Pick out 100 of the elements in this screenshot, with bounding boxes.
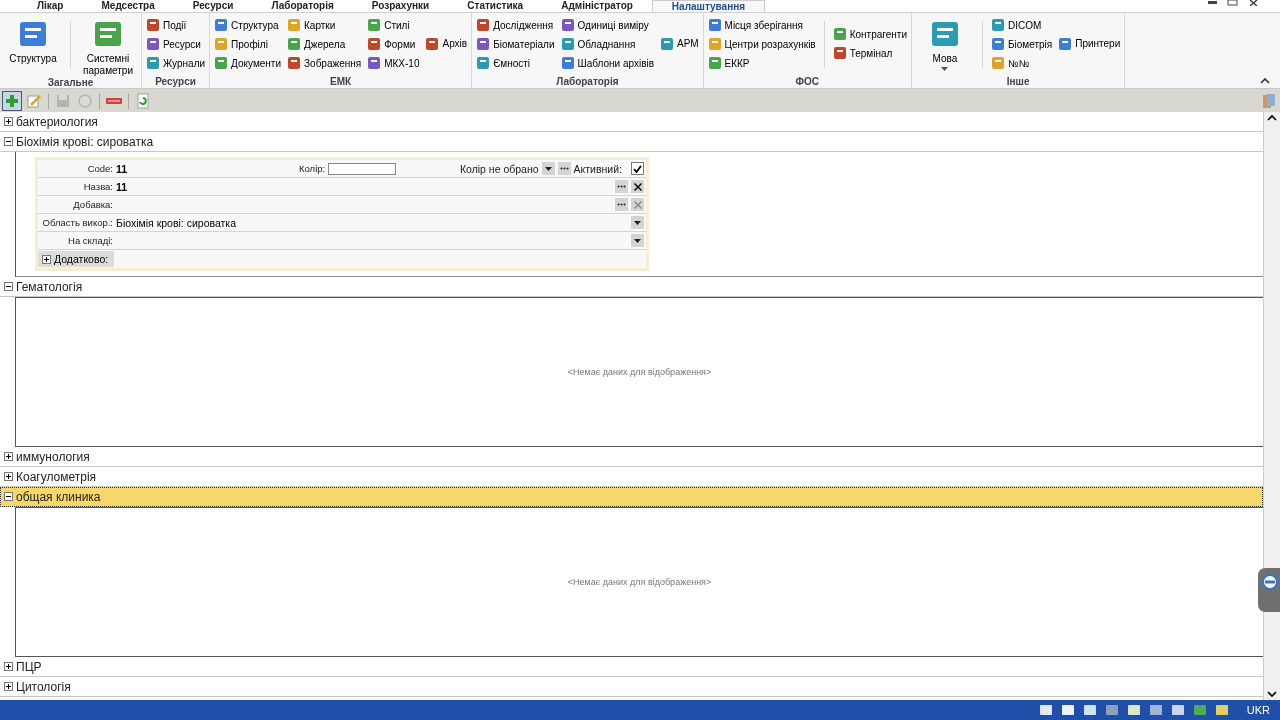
app-icon [991,56,1005,70]
ribbon-button[interactable]: DICOM [991,17,1053,33]
ribbon-button[interactable]: АРМ [660,35,699,52]
active-checkbox[interactable] [631,162,644,175]
app-icon [707,56,722,70]
tray-icon[interactable] [1038,703,1053,717]
ribbon-group-label: Ресурси [154,76,197,88]
ribbon-button[interactable]: Структура [214,17,282,33]
app-icon [287,18,302,32]
ribbon-button[interactable]: Ємності [476,55,555,71]
collapse-icon[interactable] [4,282,13,291]
app-icon [832,46,847,60]
field-label: Область викор.: [41,217,113,228]
ribbon-button[interactable]: Зображення [287,55,362,71]
app-icon [476,56,491,70]
field-label: Code: [86,163,113,174]
dropdown-button[interactable] [631,216,644,229]
ribbon-button[interactable]: Біометрія [991,36,1053,52]
menu-tab[interactable]: Налаштування [651,0,766,12]
app-icon [146,37,160,51]
app-icon [560,18,575,32]
ribbon-button[interactable]: Ресурси [146,36,206,52]
field-value[interactable]: 11 [116,162,296,175]
app-icon [287,56,302,70]
expand-icon[interactable] [4,682,13,691]
menu-tab[interactable]: Статистика [448,0,543,12]
expand-icon[interactable] [4,452,13,461]
ribbon-button[interactable]: Журнали [146,55,206,71]
tray-icon[interactable] [1170,703,1185,717]
tray-icon[interactable] [1082,703,1097,717]
dropdown-button[interactable] [541,162,555,175]
close-icon [633,182,642,191]
field-label: Добавка: [72,199,113,210]
field-value[interactable]: 11 [116,180,612,193]
language-indicator[interactable]: UKR [1246,704,1270,716]
app-icon [425,36,440,51]
menu-tab[interactable]: Ресурси [173,0,253,12]
tray-icon[interactable] [1214,703,1229,717]
ribbon-button[interactable]: Контрагенти [832,26,907,42]
collapse-ribbon-icon[interactable] [1260,78,1270,84]
expand-icon[interactable] [4,472,13,481]
ribbon-button[interactable]: Архів [425,35,468,52]
ribbon-button[interactable]: Мова [916,17,974,76]
ribbon-button[interactable]: Центри розрахунків [707,36,816,52]
section-header[interactable]: Додатково: [38,251,115,267]
menu-tab[interactable]: Лікар [18,0,83,12]
empty-message: <Немає даних для відображення> [567,577,712,587]
app-icon [214,18,229,32]
scrollbar[interactable] [1263,112,1280,700]
side-tab-icon[interactable] [1258,568,1280,612]
ribbon-button[interactable]: МКХ-10 [367,55,420,71]
ribbon-button[interactable]: Джерела [287,36,362,52]
ribbon-group-label: ЕМК [329,76,353,88]
app-icon [367,18,382,32]
tray-icon[interactable] [1060,703,1075,717]
color-value: Колір не обрано [459,162,539,175]
ribbon-button[interactable]: Обладнання [560,36,654,52]
ribbon-button[interactable]: №№ [991,55,1053,71]
color-field[interactable] [328,162,397,175]
menu-tab[interactable]: Розрахунки [352,0,449,12]
field-value[interactable]: Біохімія крові: сироватка [116,216,628,229]
group-row[interactable]: общая клиника [0,487,1263,507]
app-icon [660,36,674,51]
ribbon-button[interactable]: Одиниці виміру [560,17,654,33]
ribbon-button[interactable]: Принтери [1058,35,1121,52]
ribbon-button[interactable]: ЕККР [707,55,816,71]
caret-icon [634,238,641,243]
tray-icon[interactable] [1104,703,1119,717]
toolbar-button[interactable] [2,90,22,111]
ribbon-button[interactable]: Картки [287,17,362,33]
menu-tab[interactable]: Лабораторія [252,0,353,12]
add-icon [4,92,20,109]
ribbon-button[interactable]: Термінал [832,45,907,61]
menu-tab[interactable]: Адміністратор [542,0,652,12]
ribbon-button[interactable]: Документи [214,55,282,71]
ribbon-button[interactable]: Події [146,17,206,33]
ribbon-button[interactable]: Місця зберігання [707,17,816,33]
ribbon-button[interactable]: Шаблони архівів [560,55,654,71]
clear-button[interactable] [631,180,644,193]
dropdown-button[interactable] [631,234,644,247]
ribbon-button[interactable]: Профілі [214,36,282,52]
ribbon-button[interactable]: Стилі [367,17,420,33]
app-icon [1058,36,1073,51]
ribbon-button[interactable]: Біоматеріали [476,36,555,52]
ellipsis-icon [617,185,626,188]
tray-icon[interactable] [1126,703,1141,717]
menu-tab[interactable]: Медсестра [82,0,174,12]
expand-icon[interactable] [4,117,13,126]
expand-icon[interactable] [4,662,13,671]
tray-icon[interactable] [1148,703,1163,717]
arrow-down-icon[interactable] [1264,688,1280,700]
app-icon [476,18,491,32]
collapse-icon[interactable] [4,137,13,146]
tray-icon[interactable] [1192,703,1207,717]
collapse-icon[interactable] [4,492,13,501]
ribbon-button[interactable]: Форми [367,36,420,52]
ribbon-button[interactable]: Системні параметри [79,17,137,77]
ribbon-button[interactable]: Структура [4,17,62,77]
app-icon [146,56,160,70]
ribbon-button[interactable]: Дослідження [476,17,555,33]
